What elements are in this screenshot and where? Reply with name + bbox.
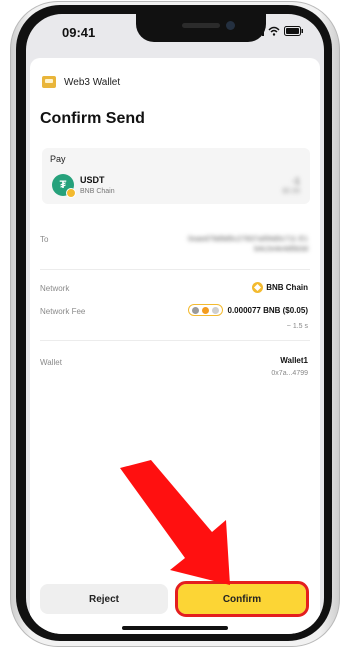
network-fee-row: 0.000077 BNB ($0.05) bbox=[187, 304, 309, 316]
header-title: Web3 Wallet bbox=[64, 76, 121, 88]
speaker bbox=[182, 23, 220, 28]
page-title: Confirm Send bbox=[40, 110, 145, 127]
sheet-header: Web3 Wallet bbox=[42, 76, 120, 88]
confirm-button[interactable]: Confirm bbox=[175, 581, 309, 617]
pay-label: Pay bbox=[50, 154, 66, 164]
token-chain: BNB Chain bbox=[80, 188, 115, 195]
pay-card: Pay ₮ USDT BNB Chain -1 $0.99 bbox=[42, 148, 310, 204]
reject-button[interactable]: Reject bbox=[40, 584, 168, 614]
network-fee-label: Network Fee bbox=[40, 307, 86, 316]
divider bbox=[40, 269, 310, 270]
network-label: Network bbox=[40, 284, 70, 293]
fee-speed-selector[interactable] bbox=[187, 304, 223, 316]
network-name: BNB Chain bbox=[266, 283, 308, 292]
pay-amount-fiat: $0.99 bbox=[282, 188, 300, 195]
phone-screen: 09:41 Web3 Wallet Confirm Send Pay ₮ USD… bbox=[26, 14, 324, 634]
to-address: 0xaed79d9d5c27837a5f4d0c711 E1 b4c2e4e4d… bbox=[188, 234, 308, 253]
divider bbox=[40, 340, 310, 341]
wallet-name: Wallet1 bbox=[280, 356, 308, 365]
wallet-icon bbox=[42, 76, 56, 88]
lightning-speed-icon bbox=[211, 306, 219, 314]
pay-amount: -1 bbox=[291, 176, 300, 186]
confirm-send-sheet: Web3 Wallet Confirm Send Pay ₮ USDT BNB … bbox=[30, 58, 320, 634]
fire-speed-icon bbox=[201, 306, 209, 314]
bnb-chain-badge-icon bbox=[66, 188, 76, 198]
wifi-icon bbox=[268, 26, 280, 36]
notch bbox=[136, 14, 266, 42]
bnb-icon bbox=[252, 282, 264, 293]
wallet-label: Wallet bbox=[40, 358, 62, 367]
front-camera bbox=[226, 21, 235, 30]
network-fee-value: 0.000077 BNB ($0.05) bbox=[227, 305, 309, 315]
slow-speed-icon bbox=[191, 306, 199, 314]
to-label: To bbox=[40, 235, 49, 244]
fee-time-estimate: ~ 1.5 s bbox=[286, 323, 308, 330]
wallet-address: 0x7a...4799 bbox=[271, 370, 308, 377]
network-value: BNB Chain bbox=[252, 282, 308, 293]
battery-icon bbox=[284, 26, 303, 36]
home-indicator bbox=[122, 626, 228, 630]
token-name: USDT bbox=[80, 175, 105, 185]
status-time: 09:41 bbox=[62, 25, 96, 40]
